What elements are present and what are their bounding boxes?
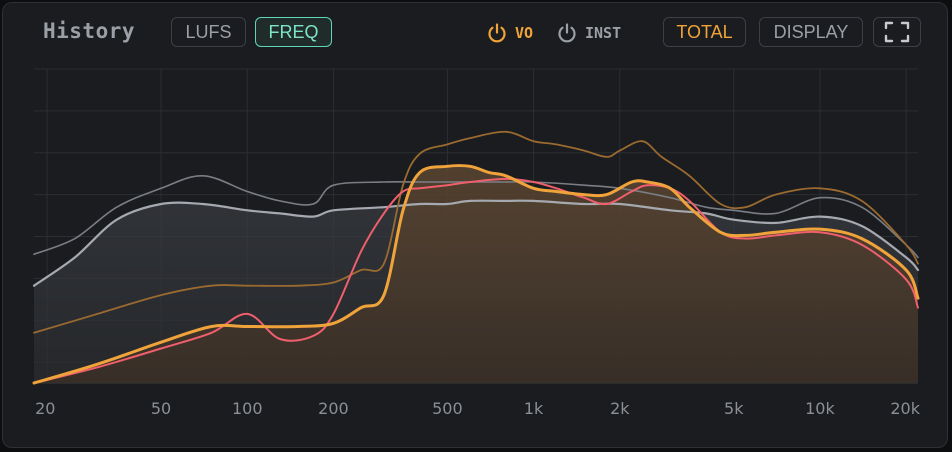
inst-toggle-label: INST — [585, 24, 622, 42]
x-tick-label: 50 — [151, 399, 171, 418]
total-button[interactable]: TOTAL — [663, 17, 746, 47]
frequency-history-chart: 20 50 100 200 500 1k 2k 5k 10k 20k — [32, 68, 921, 418]
power-icon — [488, 23, 506, 43]
vo-toggle-label: VO — [515, 24, 534, 42]
vo-toggle[interactable]: VO — [486, 20, 533, 46]
x-tick-label: 2k — [610, 399, 630, 418]
x-tick-label: 20k — [890, 399, 920, 418]
power-icon — [558, 23, 576, 43]
freq-mode-button[interactable]: FREQ — [255, 17, 332, 47]
x-tick-label: 200 — [318, 399, 349, 418]
x-tick-label: 500 — [432, 399, 463, 418]
lufs-mode-button[interactable]: LUFS — [171, 17, 246, 47]
history-toolbar: History LUFS FREQ VO INST TOTAL DISPLAY — [3, 3, 947, 63]
panel-title: History — [43, 19, 136, 43]
x-tick-label: 5k — [724, 399, 744, 418]
expand-button[interactable] — [873, 17, 921, 47]
display-button[interactable]: DISPLAY — [759, 17, 863, 47]
expand-icon — [884, 21, 910, 43]
x-tick-label: 20 — [35, 399, 55, 418]
x-tick-label: 100 — [232, 399, 263, 418]
x-tick-label: 1k — [524, 399, 544, 418]
x-tick-label: 10k — [805, 399, 835, 418]
history-panel: 20 50 100 200 500 1k 2k 5k 10k 20k History LUFS F… — [2, 2, 948, 448]
inst-toggle[interactable]: INST — [556, 20, 621, 46]
